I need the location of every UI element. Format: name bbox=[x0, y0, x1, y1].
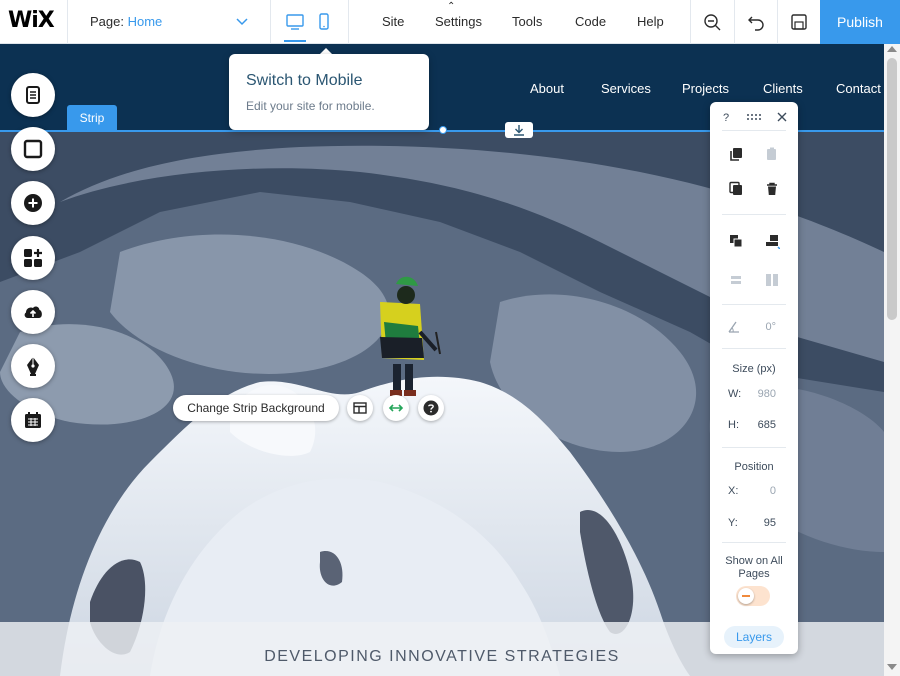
divider bbox=[348, 0, 349, 44]
panel-divider bbox=[722, 447, 786, 448]
desktop-active-indicator bbox=[284, 40, 306, 42]
y-value[interactable]: 95 bbox=[764, 517, 776, 529]
layers-button[interactable]: Layers bbox=[724, 626, 784, 648]
stretch-icon bbox=[388, 404, 404, 412]
panel-divider bbox=[722, 542, 786, 543]
scroll-down-arrow[interactable] bbox=[887, 664, 897, 670]
change-strip-background-button[interactable]: Change Strip Background bbox=[173, 395, 339, 421]
add-button[interactable] bbox=[11, 181, 55, 225]
size-label: Size (px) bbox=[732, 363, 776, 375]
scroll-thumb[interactable] bbox=[887, 58, 897, 320]
background-icon bbox=[23, 139, 43, 159]
page-selector-label: Page: bbox=[90, 14, 124, 29]
tooltip-title: Switch to Mobile bbox=[246, 72, 363, 89]
bookings-button[interactable] bbox=[11, 398, 55, 442]
strip-tag[interactable]: Strip bbox=[67, 105, 117, 131]
chevron-down-icon[interactable] bbox=[236, 15, 248, 27]
page-selector[interactable]: Page: Home bbox=[90, 14, 162, 29]
y-label: Y: bbox=[728, 517, 738, 529]
panel-divider bbox=[722, 348, 786, 349]
site-nav-projects[interactable]: Projects bbox=[682, 81, 729, 96]
strip-help-button[interactable] bbox=[418, 395, 444, 421]
distribute-icon[interactable] bbox=[728, 272, 744, 288]
bookings-icon bbox=[25, 412, 41, 428]
arrange-icon[interactable] bbox=[728, 233, 744, 249]
help-icon bbox=[423, 400, 439, 416]
width-value[interactable]: 980 bbox=[758, 388, 776, 400]
x-value[interactable]: 0 bbox=[770, 485, 776, 497]
strip-anchor-button[interactable] bbox=[505, 122, 533, 138]
rotation-value[interactable]: 0° bbox=[765, 321, 776, 333]
menu-tools[interactable]: Tools bbox=[512, 14, 542, 29]
height-value[interactable]: 685 bbox=[758, 419, 776, 431]
app-market-button[interactable] bbox=[11, 236, 55, 280]
undo-icon[interactable] bbox=[745, 11, 767, 33]
panel-divider bbox=[722, 130, 786, 131]
switch-to-mobile-tooltip[interactable]: Switch to Mobile Edit your site for mobi… bbox=[229, 54, 429, 130]
width-label: W: bbox=[728, 388, 742, 400]
height-label: H: bbox=[728, 419, 739, 431]
wix-logo[interactable]: WiX bbox=[8, 6, 64, 36]
app-market-icon bbox=[24, 249, 42, 267]
divider bbox=[270, 0, 271, 44]
match-size-icon[interactable] bbox=[764, 272, 780, 288]
svg-text:?: ? bbox=[723, 112, 729, 124]
divider bbox=[734, 0, 735, 44]
divider bbox=[777, 0, 778, 44]
drag-handle-icon[interactable] bbox=[746, 109, 762, 125]
zoom-out-icon[interactable] bbox=[701, 11, 723, 33]
delete-icon[interactable] bbox=[764, 181, 780, 197]
pages-button[interactable] bbox=[11, 73, 55, 117]
show-on-all-pages-label: Show on All Pages bbox=[725, 555, 783, 580]
save-icon[interactable] bbox=[788, 11, 810, 33]
desktop-icon[interactable] bbox=[284, 11, 306, 33]
divider bbox=[67, 0, 68, 44]
tooltip-subtitle: Edit your site for mobile. bbox=[246, 99, 375, 113]
copy-icon[interactable] bbox=[728, 146, 744, 162]
add-icon bbox=[24, 194, 42, 212]
duplicate-icon[interactable] bbox=[728, 181, 744, 197]
align-icon[interactable] bbox=[764, 233, 780, 249]
menu-help[interactable]: Help bbox=[637, 14, 664, 29]
blog-button[interactable] bbox=[11, 344, 55, 388]
panel-divider bbox=[722, 304, 786, 305]
menu-site[interactable]: Site bbox=[382, 14, 404, 29]
scroll-up-arrow[interactable] bbox=[887, 46, 897, 52]
position-label: Position bbox=[734, 461, 774, 473]
help-icon[interactable]: ? bbox=[718, 109, 734, 125]
download-arrow-icon bbox=[514, 125, 524, 136]
menu-code[interactable]: Code bbox=[575, 14, 606, 29]
site-nav-about[interactable]: About bbox=[530, 81, 564, 96]
rotate-angle-icon[interactable] bbox=[726, 319, 742, 335]
paste-icon[interactable] bbox=[764, 146, 780, 162]
strip-stretch-button[interactable] bbox=[383, 395, 409, 421]
background-button[interactable] bbox=[11, 127, 55, 171]
editor-top-bar: WiX Page: Home ⌃ Site Settings Tools Cod… bbox=[0, 0, 900, 44]
divider bbox=[690, 0, 691, 44]
site-nav-clients[interactable]: Clients bbox=[763, 81, 803, 96]
upload-icon bbox=[24, 306, 42, 318]
panel-divider bbox=[722, 214, 786, 215]
canvas-scrollbar[interactable] bbox=[884, 44, 900, 676]
mobile-icon[interactable] bbox=[313, 11, 335, 33]
publish-button[interactable]: Publish bbox=[820, 0, 900, 44]
site-nav-services[interactable]: Services bbox=[601, 81, 651, 96]
pages-icon bbox=[26, 86, 40, 104]
toggle-knob bbox=[738, 588, 754, 604]
strip-resize-handle[interactable] bbox=[439, 126, 447, 134]
upload-button[interactable] bbox=[11, 290, 55, 334]
strip-layout-button[interactable] bbox=[347, 395, 373, 421]
menu-settings[interactable]: Settings bbox=[435, 14, 482, 29]
menu-collapse-caret[interactable]: ⌃ bbox=[447, 1, 455, 12]
layout-icon bbox=[353, 402, 367, 414]
x-label: X: bbox=[728, 485, 739, 497]
blog-pen-icon bbox=[27, 357, 39, 376]
close-icon[interactable] bbox=[774, 109, 790, 125]
site-nav-contact[interactable]: Contact bbox=[836, 81, 881, 96]
strip-inspector-panel: ? 0° Size (px) W: 980 H: 685 Position X:… bbox=[710, 102, 798, 654]
show-on-all-pages-toggle[interactable] bbox=[736, 586, 770, 606]
page-selector-value: Home bbox=[127, 14, 163, 29]
